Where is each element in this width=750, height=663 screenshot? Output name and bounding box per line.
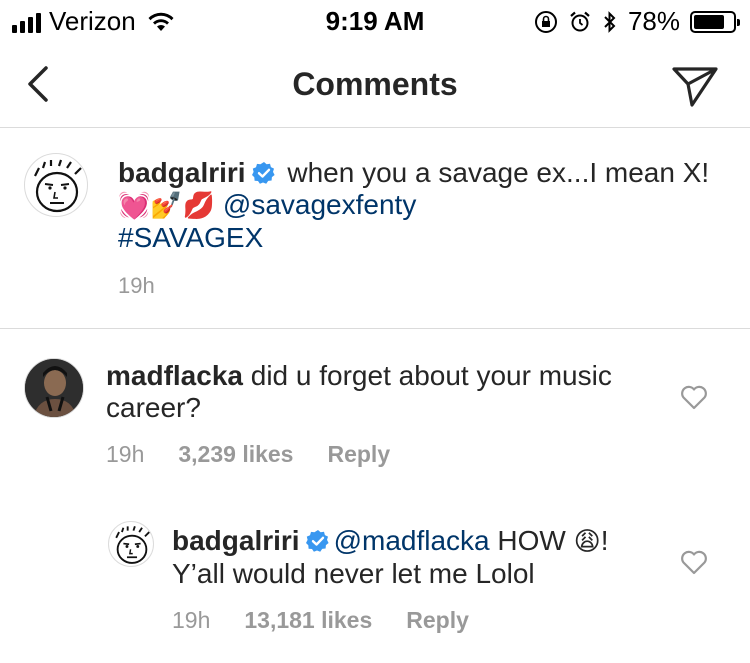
comment-item: madflacka did u forget about your music … [0,330,750,490]
comment-username[interactable]: madflacka [106,360,243,391]
battery-fill [694,14,724,29]
reply-text: badgalriri @madflacka HOW 😩! Y’all would … [172,525,652,590]
reply-button[interactable]: Reply [327,441,390,468]
comment-likes[interactable]: 3,239 likes [178,441,293,468]
battery-icon [690,10,740,33]
profile-photo-icon [25,359,83,417]
reply-meta: 19h 13,181 likes Reply [172,607,469,634]
bluetooth-icon [604,10,616,33]
comment-meta: 19h 3,239 likes Reply [106,441,390,468]
status-bar: Verizon 9:19 AM 78% [0,0,750,40]
comment-text: madflacka did u forget about your music … [106,360,666,424]
post-caption: badgalriri when you a savage ex...I mean… [0,129,750,329]
orientation-lock-icon [534,10,557,33]
caption-avatar[interactable] [24,153,88,217]
comment-avatar[interactable] [24,358,84,418]
comment-timestamp: 19h [106,441,145,467]
reply-button[interactable]: Reply [406,607,469,634]
meme-face-avatar-icon [115,526,150,564]
reply-timestamp: 19h [172,607,211,633]
paper-plane-icon[interactable] [670,64,720,108]
meme-face-avatar-icon [34,159,82,213]
caption-timestamp: 19h [118,273,155,298]
caption-username[interactable]: badgalriri [118,157,246,188]
alarm-icon [570,11,590,31]
heart-outline-icon[interactable] [680,384,708,410]
verified-badge-icon [305,530,329,552]
reply-body: HOW [489,525,574,556]
reply-username[interactable]: badgalriri [172,525,300,556]
reply-likes[interactable]: 13,181 likes [244,607,372,634]
caption-body: when you a savage ex...I mean X! [279,157,710,188]
heart-outline-icon[interactable] [680,549,708,575]
navigation-bar: Comments [0,40,750,128]
page-title: Comments [292,66,458,102]
caption-mention[interactable]: @savagexfenty [223,189,416,220]
caption-emojis: 💓💅💋 [118,191,216,221]
reply-avatar[interactable] [108,521,154,567]
reply-mention[interactable]: @madflacka [334,525,490,556]
caption-hashtag[interactable]: #SAVAGEX [118,222,263,253]
status-right: 78% [534,6,740,37]
battery-percentage: 78% [627,6,680,36]
weary-face-emoji: 😩 [573,527,601,557]
reply-comment-item: badgalriri @madflacka HOW 😩! Y’all would … [0,495,750,663]
verified-badge-icon [251,162,275,184]
caption-text: badgalriri when you a savage ex...I mean… [118,157,718,254]
